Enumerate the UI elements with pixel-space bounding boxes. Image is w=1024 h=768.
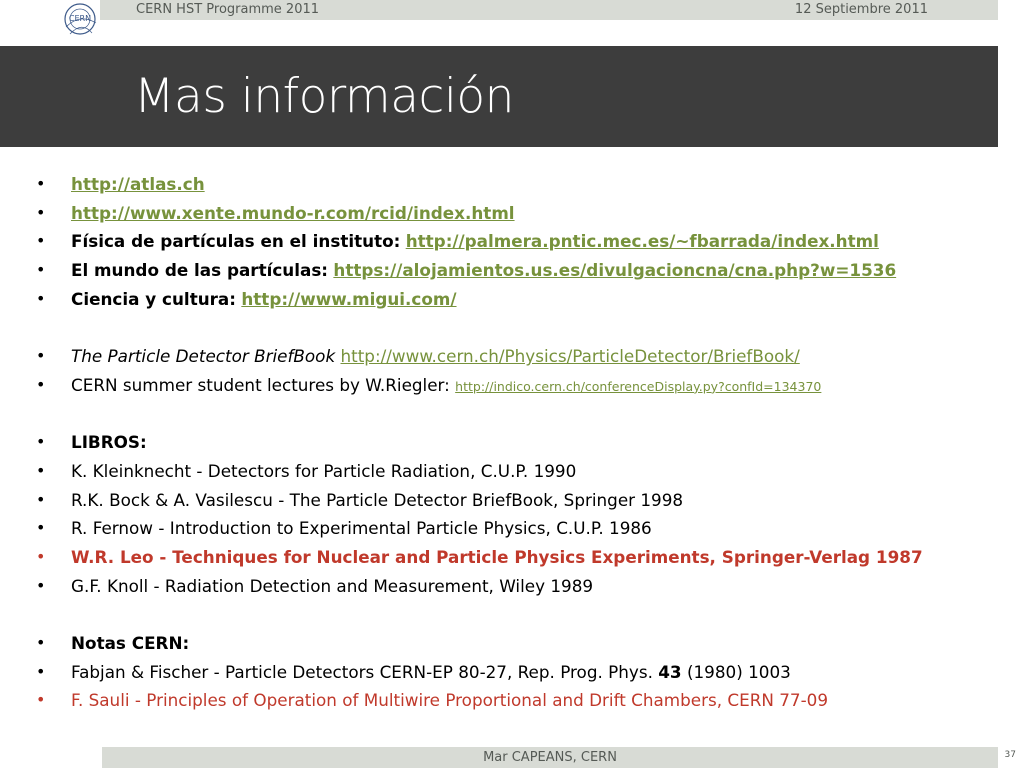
logo-text: CERN — [69, 14, 91, 23]
bullet: • — [36, 231, 46, 251]
link-palmera[interactable]: http://palmera.pntic.mec.es/~fbarrada/in… — [406, 231, 879, 251]
list-item: • El mundo de las partículas: https://al… — [36, 256, 996, 285]
bullet: • — [36, 288, 46, 308]
program-label: CERN HST Programme 2011 — [136, 2, 320, 17]
page-number: 37 — [1004, 750, 1016, 760]
slide-title: Mas información — [134, 69, 514, 124]
bullet: • — [36, 518, 46, 538]
list-item: • The Particle Detector BriefBook http:/… — [36, 342, 996, 371]
list-item: • G.F. Knoll - Radiation Detection and M… — [36, 572, 996, 601]
item-italic-label: The Particle Detector BriefBook — [71, 346, 336, 367]
list-item: • Fabjan & Fischer - Particle Detectors … — [36, 658, 996, 687]
item-text: R. Fernow - Introduction to Experimental… — [71, 518, 652, 539]
date-label: 12 Septiembre 2011 — [794, 2, 928, 17]
item-label: Ciencia y cultura: — [71, 288, 236, 309]
bullet: • — [36, 432, 46, 452]
bullet: • — [36, 489, 46, 509]
item-text: Fabjan & Fischer - Particle Detectors CE… — [71, 661, 653, 682]
link-briefbook[interactable]: http://www.cern.ch/Physics/ParticleDetec… — [341, 346, 800, 366]
footer-bar: Mar CAPEANS, CERN — [102, 747, 998, 768]
item-text: W.R. Leo - Techniques for Nuclear and Pa… — [71, 546, 923, 567]
list-item: • Ciencia y cultura: http://www.migui.co… — [36, 285, 996, 314]
item-text: G.F. Knoll - Radiation Detection and Mea… — [71, 575, 594, 596]
list-item: • http://atlas.ch — [36, 170, 996, 199]
bullet: • — [36, 690, 46, 710]
link-atlas[interactable]: http://atlas.ch — [71, 174, 205, 194]
list-item: • Física de partículas en el instituto: … — [36, 227, 996, 256]
list-item: • Notas CERN: — [36, 629, 996, 658]
bullet: • — [36, 174, 46, 193]
volume-number: 43 — [658, 661, 682, 682]
item-text: F. Sauli - Principles of Operation of Mu… — [71, 690, 829, 711]
item-text: (1980) 1003 — [686, 661, 791, 682]
bullet: • — [36, 633, 46, 652]
list-item: • CERN summer student lectures by W.Rieg… — [36, 371, 996, 400]
item-text: K. Kleinknecht - Detectors for Particle … — [71, 460, 577, 481]
bullet: • — [36, 546, 46, 566]
bullet: • — [36, 374, 46, 394]
link-migui[interactable]: http://www.migui.com/ — [241, 289, 456, 309]
list-item: • http://www.xente.mundo-r.com/rcid/inde… — [36, 199, 996, 228]
list-item: • R. Fernow - Introduction to Experiment… — [36, 514, 996, 543]
link-alojamientos[interactable]: https://alojamientos.us.es/divulgacioncn… — [333, 260, 896, 280]
bullet: • — [36, 346, 46, 366]
list-item-highlighted: • F. Sauli - Principles of Operation of … — [36, 686, 996, 715]
link-xente[interactable]: http://www.xente.mundo-r.com/rcid/index.… — [71, 203, 515, 223]
cern-logo: CERN — [62, 1, 102, 41]
bullet: • — [36, 202, 46, 222]
bullet: • — [36, 260, 46, 280]
item-label: Física de partículas en el instituto: — [71, 231, 401, 252]
list-item: • K. Kleinknecht - Detectors for Particl… — [36, 457, 996, 486]
item-text: R.K. Bock & A. Vasilescu - The Particle … — [71, 489, 684, 510]
link-indico[interactable]: http://indico.cern.ch/conferenceDisplay.… — [455, 379, 821, 394]
bullet: • — [36, 661, 46, 681]
list-item: • R.K. Bock & A. Vasilescu - The Particl… — [36, 486, 996, 515]
footer-author: Mar CAPEANS, CERN — [483, 750, 617, 765]
bullet: • — [36, 460, 46, 480]
header-bar: CERN HST Programme 2011 12 Septiembre 20… — [100, 0, 998, 20]
section-heading-libros: LIBROS: — [71, 432, 147, 453]
section-heading-notas: Notas CERN: — [71, 633, 190, 653]
slide-content: • http://atlas.ch • http://www.xente.mun… — [36, 170, 996, 715]
bullet: • — [36, 575, 46, 595]
item-label: El mundo de las partículas: — [71, 260, 329, 281]
list-item-highlighted: • W.R. Leo - Techniques for Nuclear and … — [36, 543, 996, 572]
item-text: CERN summer student lectures by W.Riegle… — [71, 374, 450, 395]
list-item: • LIBROS: — [36, 428, 996, 457]
